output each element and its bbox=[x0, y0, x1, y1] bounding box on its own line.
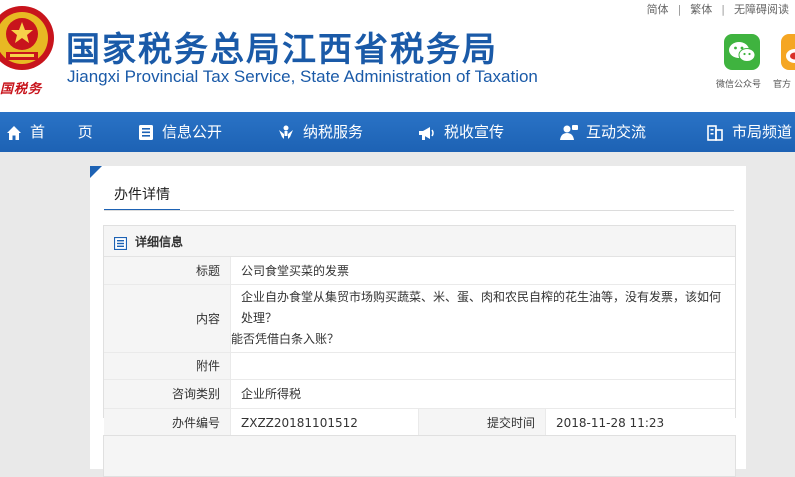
nav-item-label: 信息公开 bbox=[162, 123, 223, 141]
weibo-label: 官方 bbox=[773, 80, 792, 90]
site-header: 国税务 国家税务总局江西省税务局 Jiangxi Provincial Tax … bbox=[0, 0, 795, 112]
weibo-icon[interactable] bbox=[779, 32, 795, 72]
attachment-value bbox=[230, 351, 735, 379]
nav-item-info-disclosure[interactable]: 信息公开 bbox=[138, 112, 222, 152]
building-icon bbox=[706, 124, 724, 141]
nav-item-label: 纳税服务 bbox=[303, 123, 364, 141]
wechat-label: 微信公众号 bbox=[716, 80, 762, 90]
accessibility-link[interactable]: 无障碍阅读 bbox=[734, 3, 789, 16]
megaphone-icon bbox=[418, 125, 436, 141]
site-subtitle: Jiangxi Provincial Tax Service, State Ad… bbox=[67, 67, 538, 86]
site-title[interactable]: 国家税务总局江西省税务局 bbox=[66, 22, 498, 71]
nav-item-label: 税收宣传 bbox=[444, 123, 505, 141]
category-value: 企业所得税 bbox=[230, 378, 735, 408]
content-line-2: 能否凭借白条入账？ bbox=[231, 331, 340, 346]
detail-section: 详细信息 标题 公司食堂买菜的发票 内容 企业自办食堂从集贸市场购买蔬菜、米、蛋… bbox=[103, 225, 736, 437]
detail-table: 标题 公司食堂买菜的发票 内容 企业自办食堂从集贸市场购买蔬菜、米、蛋、肉和农民… bbox=[104, 257, 735, 437]
number-value: ZXZZ20181101512 bbox=[230, 407, 419, 437]
traditional-link[interactable]: 繁体 bbox=[690, 3, 712, 16]
table-row: 内容 企业自办食堂从集贸市场购买蔬菜、米、蛋、肉和农民自榨的花生油等，没有发票，… bbox=[104, 283, 735, 352]
submit-time-label: 提交时间 bbox=[418, 407, 546, 437]
table-row: 办件编号 ZXZZ20181101512 提交时间 2018-11-28 11:… bbox=[104, 407, 735, 437]
section-title: 详细信息 bbox=[135, 235, 184, 249]
number-label: 办件编号 bbox=[104, 407, 231, 437]
nav-item-city-channel[interactable]: 市局频道 bbox=[706, 112, 792, 152]
secondary-section bbox=[103, 435, 736, 477]
simplified-link[interactable]: 简体 bbox=[647, 3, 669, 16]
emblem-caption: 国税务 bbox=[0, 82, 43, 97]
nav-item-tax-publicity[interactable]: 税收宣传 bbox=[418, 112, 504, 152]
document-list-icon bbox=[138, 124, 154, 141]
nav-item-home[interactable]: 首 页 bbox=[6, 112, 107, 152]
document-icon bbox=[113, 235, 128, 254]
content-value: 企业自办食堂从集贸市场购买蔬菜、米、蛋、肉和农民自榨的花生油等，没有发票，该如何… bbox=[230, 283, 735, 352]
home-icon bbox=[6, 125, 22, 141]
main-nav: 首 页 信息公开 纳税服务 税收宣传 互动交流 市局频道 bbox=[0, 112, 795, 152]
attachment-label: 附件 bbox=[104, 351, 231, 379]
national-emblem-icon bbox=[0, 4, 60, 74]
nav-item-label: 市局频道 bbox=[732, 123, 793, 141]
content-label: 内容 bbox=[104, 283, 231, 352]
corner-marker bbox=[90, 166, 102, 178]
language-links: 简体 | 繁体 | 无障碍阅读 bbox=[646, 3, 789, 16]
submit-time-value: 2018-11-28 11:23 bbox=[545, 407, 735, 437]
nav-item-label: 首 页 bbox=[30, 123, 107, 141]
table-row: 标题 公司食堂买菜的发票 bbox=[104, 257, 735, 284]
title-label: 标题 bbox=[104, 257, 231, 284]
wechat-icon[interactable] bbox=[722, 32, 762, 72]
page-title: 办件详情 bbox=[104, 184, 180, 211]
hands-service-icon bbox=[277, 124, 295, 141]
table-row: 咨询类别 企业所得税 bbox=[104, 378, 735, 408]
detail-section-header: 详细信息 bbox=[104, 226, 735, 257]
content-line-1: 企业自办食堂从集贸市场购买蔬菜、米、蛋、肉和农民自榨的花生油等，没有发票，该如何… bbox=[241, 289, 722, 325]
nav-item-interaction[interactable]: 互动交流 bbox=[560, 112, 646, 152]
category-label: 咨询类别 bbox=[104, 378, 231, 408]
user-chat-icon bbox=[560, 124, 578, 141]
title-value: 公司食堂买菜的发票 bbox=[230, 257, 735, 284]
divider bbox=[104, 210, 734, 211]
nav-item-tax-service[interactable]: 纳税服务 bbox=[277, 112, 363, 152]
table-row: 附件 bbox=[104, 351, 735, 379]
nav-item-label: 互动交流 bbox=[586, 123, 647, 141]
